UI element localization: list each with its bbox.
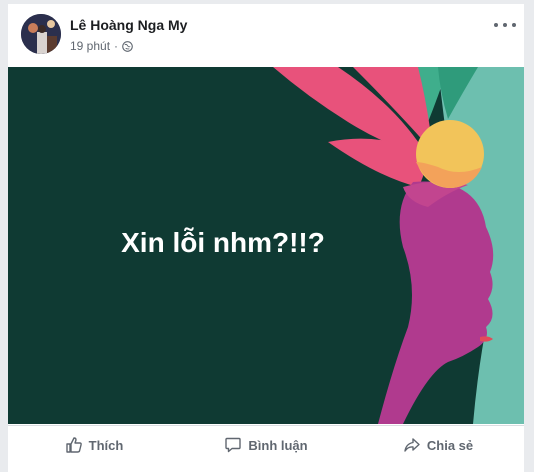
comment-button[interactable]: Bình luận (180, 436, 352, 454)
thumbs-up-icon (65, 436, 83, 454)
comment-label: Bình luận (248, 437, 308, 453)
more-options-icon[interactable] (494, 18, 516, 32)
meta-separator: · (114, 39, 119, 53)
like-button[interactable]: Thích (8, 436, 180, 454)
post-status-text: Xin lỗi nhm?!!? (121, 227, 325, 258)
like-label: Thích (88, 437, 124, 453)
share-label: Chia sẻ (426, 437, 474, 453)
post-header: Lê Hoàng Nga My 19 phút · (8, 4, 524, 66)
author-name[interactable]: Lê Hoàng Nga My (70, 17, 187, 33)
avatar[interactable] (21, 14, 61, 54)
globe-icon[interactable] (122, 40, 133, 52)
comment-icon (224, 436, 242, 454)
post-background-banner: Xin lỗi nhm?!!? (8, 67, 524, 424)
share-button[interactable]: Chia sẻ (352, 436, 524, 454)
post-timestamp[interactable]: 19 phút (70, 39, 110, 53)
post-card: Lê Hoàng Nga My 19 phút · Xin lỗi nhm?!!… (8, 4, 524, 472)
post-meta: 19 phút · (70, 39, 133, 53)
post-action-bar: Thích Bình luận Chia sẻ (8, 426, 524, 464)
share-icon (403, 436, 421, 454)
